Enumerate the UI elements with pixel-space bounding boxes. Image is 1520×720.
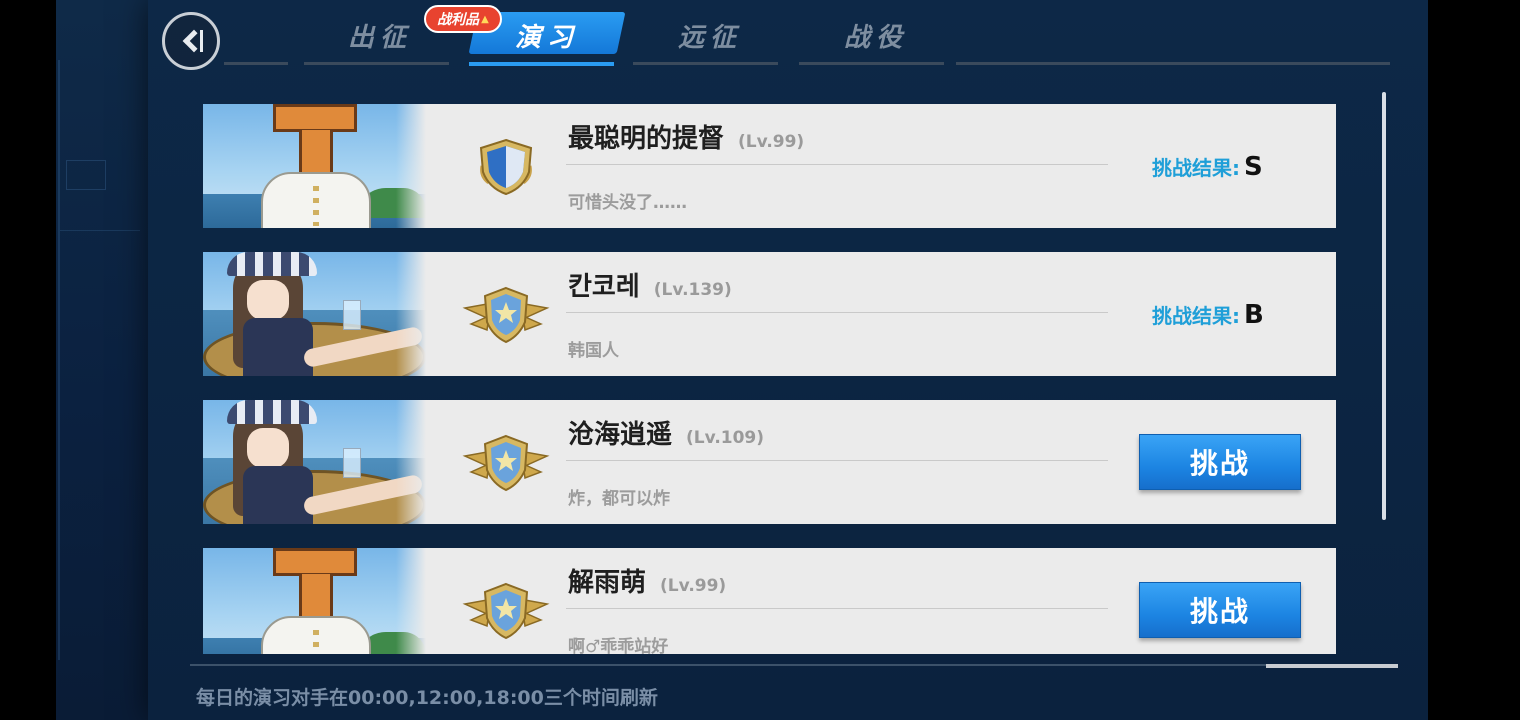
winged-star-medal-icon <box>462 434 550 492</box>
triangle-icon: ▲ <box>481 13 489 25</box>
tab-exercise[interactable]: 演习 <box>494 14 600 56</box>
list-scrollbar[interactable] <box>1382 92 1386 520</box>
opponent-name-text: 最聪明的提督 <box>568 124 725 154</box>
challenge-result: 挑战结果: S <box>1152 152 1263 182</box>
avatar-t-head-admiral <box>203 104 426 228</box>
opponent-level: (Lv.99) <box>738 132 805 152</box>
result-label: 挑战结果: <box>1152 156 1240 180</box>
opponent-list[interactable]: 最聪明的提督 (Lv.99) 可惜头没了…… 挑战结果: S 칸코레 (Lv.139)… <box>200 96 1340 654</box>
opponent-motto: 炸，都可以炸 <box>568 489 670 509</box>
challenge-button[interactable]: 挑战 <box>1139 582 1301 638</box>
winged-star-medal-icon <box>462 286 550 344</box>
challenge-result: 挑战结果: B <box>1152 300 1264 330</box>
challenge-button[interactable]: 挑战 <box>1139 434 1301 490</box>
loot-badge[interactable]: 战利品 ▲ <box>424 5 502 33</box>
opponent-name: 解雨萌 (Lv.99) <box>568 562 726 599</box>
avatar-anime-girl <box>203 400 426 524</box>
result-grade: B <box>1244 300 1264 330</box>
opponent-name-text: 沧海逍遥 <box>568 420 673 450</box>
opponent-motto: 韩国人 <box>568 341 619 361</box>
divider <box>566 312 1108 313</box>
opponent-card: 칸코레 (Lv.139) 韩国人 挑战结果: B <box>203 252 1336 376</box>
result-label: 挑战结果: <box>1152 304 1240 328</box>
refresh-note: 每日的演习对手在00:00,12:00,18:00三个时间刷新 <box>196 687 658 709</box>
screen-bezel-left <box>0 0 56 720</box>
opponent-name-text: 解雨萌 <box>568 568 647 598</box>
opponent-card: 解雨萌 (Lv.99) 啊♂乖乖站好 挑战 <box>203 548 1336 654</box>
footer-divider-highlight <box>1266 664 1398 668</box>
result-grade: S <box>1244 152 1263 182</box>
back-icon-bar <box>200 30 203 52</box>
tab-campaign[interactable]: 战役 <box>826 14 926 56</box>
footer-divider <box>190 664 1398 666</box>
opponent-card: 最聪明的提督 (Lv.99) 可惜头没了…… 挑战结果: S <box>203 104 1336 228</box>
tab-underline <box>224 62 288 65</box>
opponent-name-text: 칸코레 <box>568 272 640 302</box>
opponent-card: 沧海逍遥 (Lv.109) 炸，都可以炸 挑战 <box>203 400 1336 524</box>
opponent-level: (Lv.139) <box>653 280 732 300</box>
loot-badge-label: 战利品 <box>437 12 480 28</box>
opponent-motto: 可惜头没了…… <box>568 193 687 213</box>
opponent-level: (Lv.99) <box>660 576 727 596</box>
avatar-t-head-admiral <box>203 548 426 654</box>
winged-star-medal-icon <box>462 582 550 640</box>
deco-box <box>66 160 106 190</box>
opponent-name: 칸코레 (Lv.139) <box>568 266 732 303</box>
tab-active-underline <box>469 62 614 66</box>
opponent-name: 沧海逍遥 (Lv.109) <box>568 414 764 451</box>
opponent-level: (Lv.109) <box>686 428 765 448</box>
tab-underline <box>799 62 944 65</box>
avatar-anime-girl <box>203 252 426 376</box>
tab-sortie[interactable]: 出征 <box>330 14 430 56</box>
tab-underline <box>304 62 449 65</box>
opponent-name: 最聪明的提督 (Lv.99) <box>568 118 804 155</box>
tab-expedition[interactable]: 远征 <box>660 14 760 56</box>
back-button[interactable] <box>162 12 220 70</box>
opponent-motto: 啊♂乖乖站好 <box>568 637 669 654</box>
divider <box>566 164 1108 165</box>
deco-line <box>58 60 60 660</box>
tab-underline <box>633 62 778 65</box>
tab-underline <box>956 62 1390 65</box>
divider <box>566 460 1108 461</box>
divider <box>566 608 1108 609</box>
shield-medal-icon <box>479 138 533 196</box>
deco-line <box>60 230 140 231</box>
screen-bezel-right <box>1428 0 1520 720</box>
